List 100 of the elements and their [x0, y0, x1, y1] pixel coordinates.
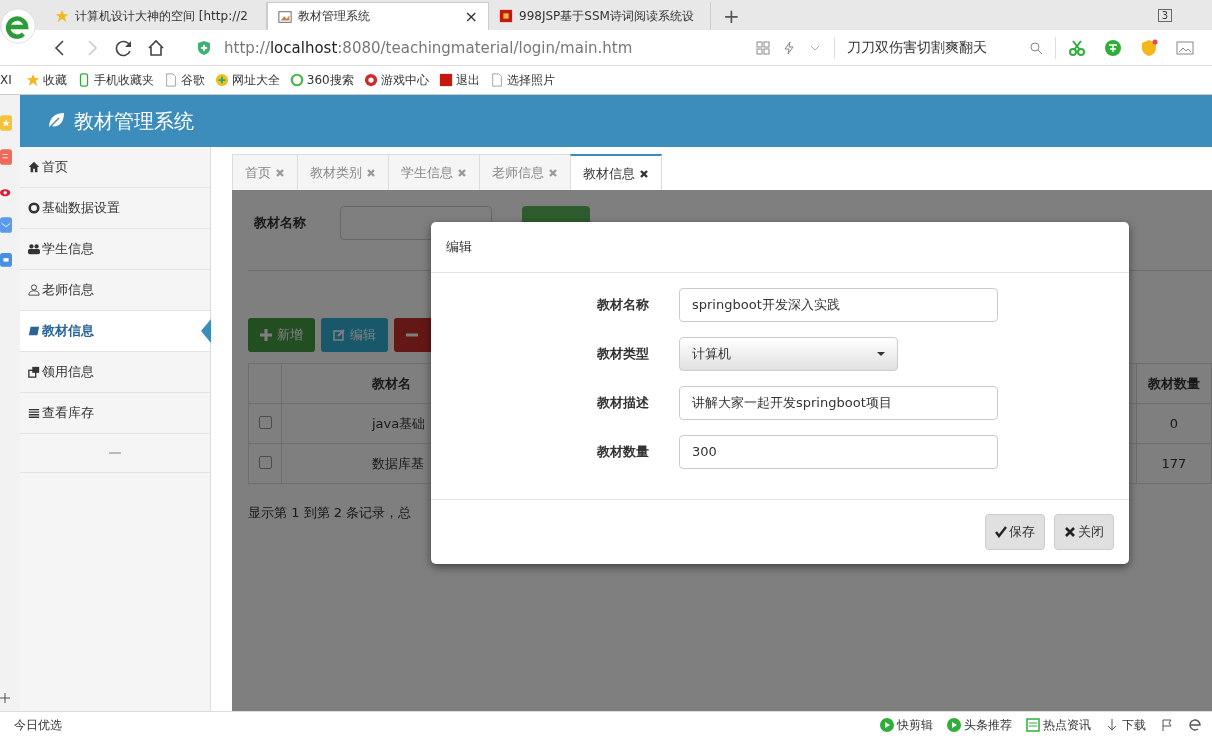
- app-title: 教材管理系统: [74, 107, 194, 135]
- address-field[interactable]: http://localhost:8080/teachingmaterial/login/main.htm: [224, 38, 744, 57]
- column-header: 教材数量: [1136, 363, 1212, 404]
- collapse-handle[interactable]: [109, 452, 121, 454]
- user-icon: [28, 284, 40, 296]
- bookmark-item[interactable]: 360搜索: [306, 71, 354, 89]
- menu-item[interactable]: 基础数据设置: [20, 188, 210, 229]
- add-icon[interactable]: [0, 693, 10, 703]
- scissors-icon[interactable]: [1068, 38, 1086, 57]
- status-item[interactable]: 今日优选: [14, 716, 62, 734]
- bookmark-item[interactable]: 手机收藏夹: [93, 71, 154, 89]
- active-pointer: [201, 319, 211, 343]
- image-icon: [278, 9, 292, 24]
- bookmark-item[interactable]: XI: [0, 73, 12, 87]
- page-tab[interactable]: 首页: [232, 154, 297, 192]
- table-cell: 0: [1136, 403, 1212, 444]
- flag-icon[interactable]: [1160, 718, 1174, 732]
- type-dropdown[interactable]: 计算机: [679, 337, 898, 371]
- caret-icon: [877, 352, 885, 356]
- home-icon[interactable]: [146, 37, 166, 58]
- plus-icon: [260, 329, 272, 341]
- menu-item[interactable]: 查看库存: [20, 393, 210, 434]
- field-label: 教材描述: [596, 394, 650, 412]
- status-item[interactable]: 下载: [1122, 716, 1146, 734]
- input-field[interactable]: 300: [679, 435, 998, 469]
- game-icon: [363, 73, 378, 87]
- close-icon[interactable]: ×: [464, 7, 478, 26]
- bookmark-item[interactable]: 谷歌: [180, 71, 205, 89]
- row-checkbox[interactable]: [258, 415, 272, 429]
- leaf-icon: [46, 111, 66, 131]
- menu-item[interactable]: 首页: [20, 147, 210, 188]
- status-item[interactable]: 热点资讯: [1043, 716, 1091, 734]
- play-icon: [947, 718, 961, 732]
- menu-item[interactable]: 教材信息: [20, 311, 210, 352]
- search-icon[interactable]: [1029, 40, 1043, 55]
- bookmark-item[interactable]: 网址大全: [231, 71, 280, 89]
- field-label: 教材名称: [254, 214, 307, 232]
- menu-item[interactable]: 领用信息: [20, 352, 210, 393]
- picture-frame-icon[interactable]: [1176, 38, 1194, 57]
- menu-label: 基础数据设置: [42, 199, 120, 217]
- search-field[interactable]: 刀刀双伤害切割爽翻天: [847, 38, 1017, 57]
- table-cell: 177: [1136, 443, 1212, 484]
- check-icon: [995, 526, 1007, 538]
- field-label: 教材名称: [596, 296, 650, 314]
- row-checkbox[interactable]: [258, 455, 272, 469]
- browser-logo-icon[interactable]: [1188, 718, 1202, 732]
- star-icon: [55, 9, 69, 23]
- tab-title: 计算机设计大神的空间 [http://2: [75, 7, 249, 25]
- qr-icon[interactable]: [756, 40, 770, 55]
- translate-icon[interactable]: [1104, 38, 1122, 57]
- site-icon: [499, 9, 513, 23]
- edit-icon: [333, 329, 345, 341]
- gear-icon: [28, 202, 40, 214]
- input-field[interactable]: 讲解大家一起开发springboot项目: [679, 386, 998, 420]
- ring-icon: [289, 73, 304, 87]
- menu-label: 领用信息: [42, 363, 94, 381]
- mail-icon[interactable]: [0, 215, 12, 235]
- tab-title: 998JSP基于SSM诗词阅读系统设: [519, 7, 695, 25]
- shield-badge-icon[interactable]: [1140, 38, 1158, 57]
- close-icon: [1064, 526, 1076, 538]
- menu-label: 教材信息: [42, 322, 94, 340]
- document-icon[interactable]: [0, 147, 12, 167]
- menu-label: 老师信息: [42, 281, 94, 299]
- pagination-info: 显示第 1 到第 2 条记录，总: [248, 504, 413, 522]
- menu-label: 学生信息: [42, 240, 94, 258]
- save-button[interactable]: 保存: [985, 514, 1045, 550]
- bookmark-item[interactable]: 退出: [455, 71, 480, 89]
- news-icon: [1026, 718, 1040, 732]
- windows-icon: [28, 366, 40, 378]
- site-icon: [438, 73, 453, 87]
- status-item[interactable]: 头条推荐: [964, 716, 1012, 734]
- bookmark-item[interactable]: 游戏中心: [380, 71, 429, 89]
- new-tab-button[interactable]: +: [711, 2, 752, 30]
- menu-label: 首页: [42, 158, 68, 176]
- bookmark-item[interactable]: 选择照片: [506, 71, 555, 89]
- status-item[interactable]: 快剪辑: [897, 716, 933, 734]
- star-icon: [25, 73, 40, 87]
- book-icon: [28, 325, 40, 337]
- menu-item[interactable]: 学生信息: [20, 229, 210, 270]
- play-icon: [880, 718, 894, 732]
- field-label: 教材数量: [596, 443, 650, 461]
- browser-tab[interactable]: 998JSP基于SSM诗词阅读系统设: [489, 2, 711, 30]
- close-icon[interactable]: [639, 169, 649, 179]
- shield-icon: [196, 39, 212, 56]
- page-icon: [489, 73, 504, 87]
- list-icon: [28, 407, 40, 419]
- browser-tab[interactable]: 教材管理系统 ×: [267, 2, 489, 30]
- page-icon: [163, 73, 178, 87]
- menu-label: 查看库存: [42, 404, 94, 422]
- input-field[interactable]: springboot开发深入实践: [679, 288, 998, 322]
- users-icon: [28, 243, 40, 255]
- lightning-icon[interactable]: [782, 40, 796, 55]
- close-button[interactable]: 关闭: [1054, 514, 1114, 550]
- tab-title: 教材管理系统: [298, 8, 371, 25]
- tab-count[interactable]: 3: [1157, 9, 1172, 22]
- dialog-title: 编辑: [431, 222, 1129, 273]
- field-label: 教材类型: [596, 345, 650, 363]
- download-icon: [1105, 718, 1119, 732]
- bookmark-item[interactable]: 收藏: [42, 71, 67, 89]
- page-tab[interactable]: 教材信息: [570, 154, 662, 193]
